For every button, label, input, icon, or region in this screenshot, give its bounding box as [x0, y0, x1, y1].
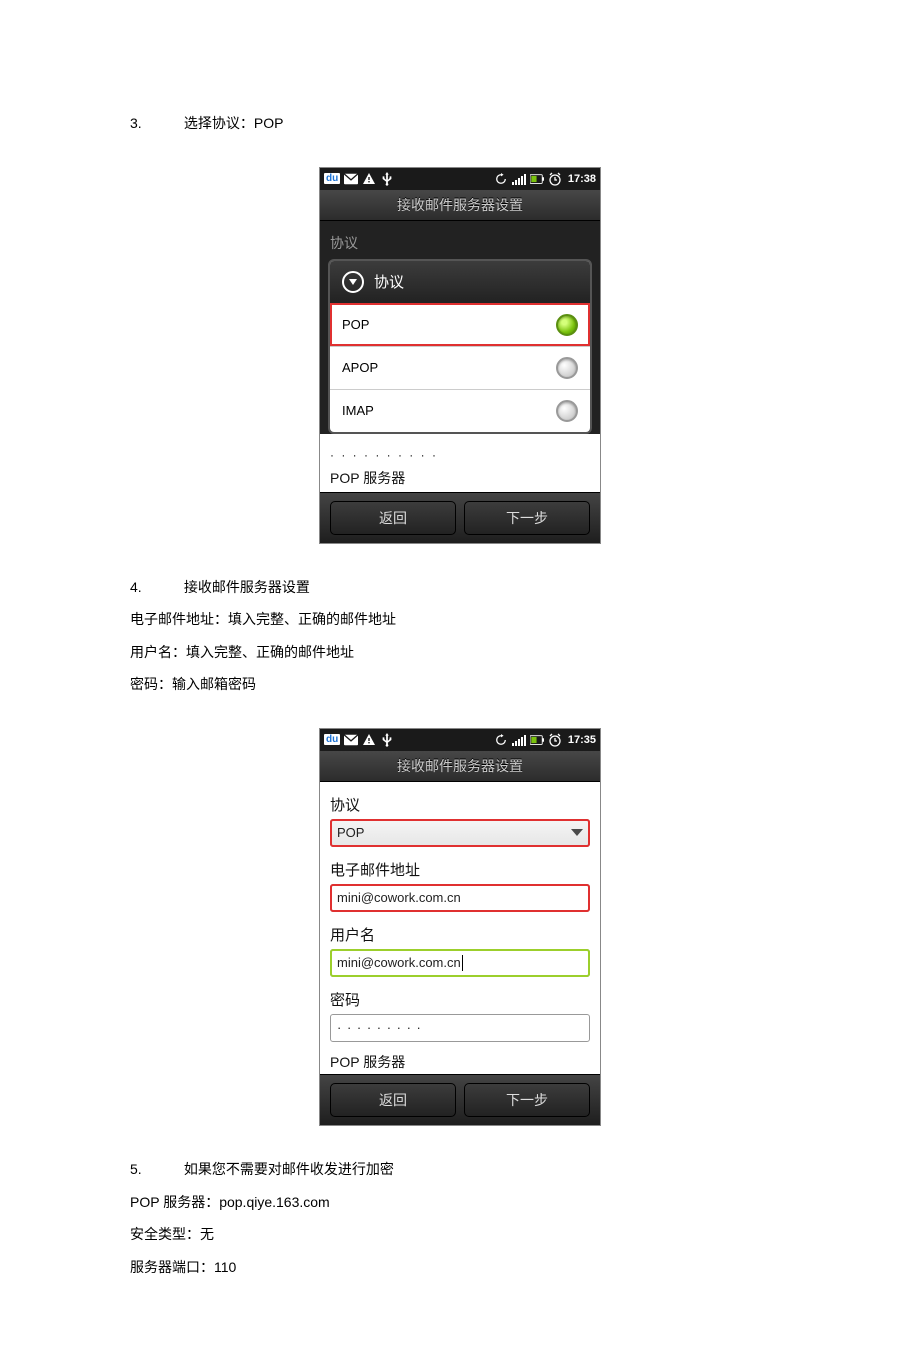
dimmed-area: 协议 协议 POP APOP	[320, 221, 600, 434]
username-value: mini@cowork.com.cn	[337, 955, 461, 970]
protocol-label: 协议	[320, 786, 600, 817]
dropdown-indicator-icon	[342, 271, 364, 293]
signal-icon	[512, 172, 526, 186]
back-button[interactable]: 返回	[330, 1083, 456, 1117]
option-label: POP	[342, 317, 369, 332]
email-input[interactable]: mini@cowork.com.cn	[330, 884, 590, 912]
battery-icon	[530, 733, 544, 747]
radio-selected-icon	[556, 314, 578, 336]
sync-icon	[494, 733, 508, 747]
email-value: mini@cowork.com.cn	[337, 890, 461, 905]
username-input[interactable]: mini@cowork.com.cn	[330, 949, 590, 977]
option-apop[interactable]: APOP	[330, 346, 590, 389]
dialog-title-text: 协议	[374, 271, 404, 292]
password-input[interactable]: · · · · · · · · ·	[330, 1014, 590, 1042]
screenshot-2: du	[130, 728, 790, 1126]
du-badge-icon: du	[324, 734, 340, 745]
status-bar: du	[320, 168, 600, 190]
phone-frame: du	[319, 167, 601, 544]
option-pop[interactable]: POP	[330, 303, 590, 346]
bottom-bar: 返回 下一步	[320, 1074, 600, 1125]
document-page: 3. 选择协议：POP du	[0, 0, 920, 1346]
protocol-label: 协议	[320, 233, 600, 259]
step-number: 5.	[130, 1156, 180, 1183]
sync-icon	[494, 172, 508, 186]
username-label: 用户名	[320, 916, 600, 947]
status-right-icons: 17:35	[494, 733, 596, 747]
screenshot-1: du	[130, 167, 790, 544]
step-title: 如果您不需要对邮件收发进行加密	[184, 1161, 394, 1177]
step-5-line-1: POP 服务器：pop.qiye.163.com	[130, 1189, 790, 1216]
battery-icon	[530, 172, 544, 186]
step-number: 3.	[130, 110, 180, 137]
status-right-icons: 17:38	[494, 172, 596, 186]
protocol-value: POP	[337, 825, 364, 840]
phone-body: 协议 POP 电子邮件地址 mini@cowork.com.cn 用户名 min…	[320, 782, 600, 1074]
mail-icon	[344, 172, 358, 186]
status-bar: du	[320, 729, 600, 751]
option-label: IMAP	[342, 403, 374, 418]
step-title: 选择协议：POP	[184, 115, 284, 131]
usb-icon	[380, 172, 394, 186]
signal-icon	[512, 733, 526, 747]
warning-icon	[362, 172, 376, 186]
password-value: · · · · · · · · ·	[337, 1020, 422, 1035]
option-label: APOP	[342, 360, 378, 375]
step-5: 5. 如果您不需要对邮件收发进行加密	[130, 1156, 790, 1183]
option-imap[interactable]: IMAP	[330, 389, 590, 432]
password-label: 密码	[320, 981, 600, 1012]
step-5-line-2: 安全类型：无	[130, 1221, 790, 1248]
radio-icon	[556, 357, 578, 379]
warning-icon	[362, 733, 376, 747]
step-3: 3. 选择协议：POP	[130, 110, 790, 137]
protocol-dropdown[interactable]: POP	[330, 819, 590, 847]
step-4-line-2: 用户名：填入完整、正确的邮件地址	[130, 639, 790, 666]
alarm-icon	[548, 733, 562, 747]
step-4-line-1: 电子邮件地址：填入完整、正确的邮件地址	[130, 606, 790, 633]
email-label: 电子邮件地址	[320, 851, 600, 882]
alarm-icon	[548, 172, 562, 186]
step-4-line-3: 密码：输入邮箱密码	[130, 671, 790, 698]
dialog-title-bar: 协议	[330, 261, 590, 303]
clock-text: 17:38	[568, 173, 596, 185]
phone-body: 协议 协议 POP APOP	[320, 221, 600, 492]
partial-label-pop-server: POP 服务器	[320, 464, 600, 492]
protocol-dialog: 协议 POP APOP IMAP	[328, 259, 592, 434]
step-5-line-3: 服务器端口：110	[130, 1254, 790, 1281]
clock-text: 17:35	[568, 734, 596, 746]
screen-title: 接收邮件服务器设置	[320, 751, 600, 782]
step-4: 4. 接收邮件服务器设置	[130, 574, 790, 601]
step-number: 4.	[130, 574, 180, 601]
radio-icon	[556, 400, 578, 422]
bottom-bar: 返回 下一步	[320, 492, 600, 543]
text-cursor-icon	[462, 955, 463, 971]
next-button[interactable]: 下一步	[464, 501, 590, 535]
status-left-icons: du	[324, 172, 394, 186]
partial-label-pop-server: POP 服务器	[320, 1046, 600, 1074]
chevron-down-icon	[571, 829, 583, 836]
password-dots-partial: · · · · · · · · · ·	[320, 442, 600, 464]
back-button[interactable]: 返回	[330, 501, 456, 535]
usb-icon	[380, 733, 394, 747]
screen-title: 接收邮件服务器设置	[320, 190, 600, 221]
next-button[interactable]: 下一步	[464, 1083, 590, 1117]
du-badge-icon: du	[324, 173, 340, 184]
phone-frame: du	[319, 728, 601, 1126]
status-left-icons: du	[324, 733, 394, 747]
step-title: 接收邮件服务器设置	[184, 579, 310, 595]
mail-icon	[344, 733, 358, 747]
